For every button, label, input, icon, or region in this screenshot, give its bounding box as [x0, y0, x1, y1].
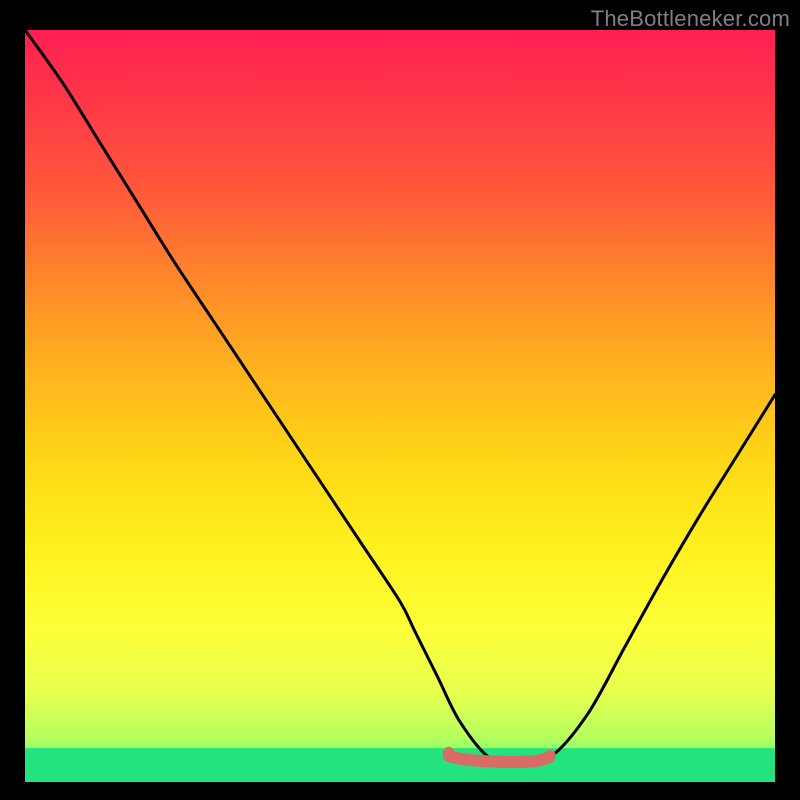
chart-svg	[0, 0, 800, 800]
optimal-range-marker	[449, 756, 550, 762]
optimal-band	[25, 748, 775, 782]
optimal-point-dot	[443, 747, 455, 759]
attribution-text: TheBottleneker.com	[591, 6, 790, 32]
bottleneck-chart: TheBottleneker.com	[0, 0, 800, 800]
gradient-background	[25, 30, 775, 782]
